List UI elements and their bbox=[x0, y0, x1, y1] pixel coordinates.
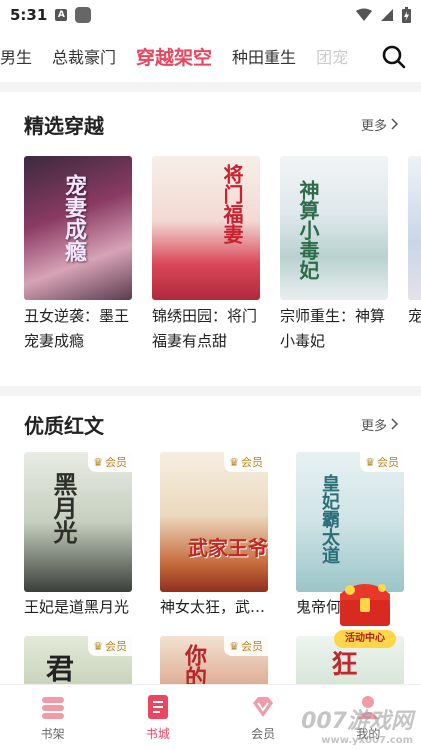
divider bbox=[0, 386, 421, 396]
watermark-sub: www.yx007.com bbox=[321, 735, 413, 746]
book-cover: ♛ 会员 黑月光 bbox=[24, 452, 132, 592]
nav-bookshelf[interactable]: 书架 bbox=[0, 685, 105, 750]
activity-center-button[interactable]: 活动中心 bbox=[330, 572, 400, 648]
section-header: 优质红文 更多 bbox=[24, 396, 421, 452]
section-title: 精选穿越 bbox=[24, 113, 104, 138]
vip-label: 会员 bbox=[105, 456, 127, 469]
book-card[interactable]: 将门福妻 锦绣田园：将门福妻有点甜 bbox=[152, 156, 260, 386]
status-time: 5:31 bbox=[10, 6, 48, 24]
book-cover: 将门福妻 bbox=[152, 156, 260, 300]
book-cover: ♛ 会员 武家王爷 bbox=[160, 452, 268, 592]
cover-title: 宠妻成瘾 bbox=[61, 174, 87, 262]
vip-badge: ♛ 会员 bbox=[224, 452, 268, 472]
tab-farming-rebirth[interactable]: 种田重生 bbox=[222, 44, 306, 68]
cover-title: 神算小毒妃 bbox=[296, 180, 320, 280]
book-card[interactable]: ♛会员 武家王爷 神女太狂，武家王爷 bbox=[160, 452, 268, 622]
book-card[interactable]: 宠妻成瘾 丑女逆袭：墨王宠妻成瘾 bbox=[24, 156, 132, 386]
nav-membership[interactable]: 会员 bbox=[211, 685, 316, 750]
wifi-icon bbox=[356, 8, 372, 21]
book-title: 宠子 bbox=[408, 307, 421, 325]
vip-badge: ♛ 会员 bbox=[88, 636, 132, 656]
cover-title: 君 bbox=[42, 654, 75, 682]
vip-label: 会员 bbox=[241, 640, 263, 653]
vip-badge: ♛ 会员 bbox=[88, 452, 132, 472]
book-cover: ♛ 会员 皇妃霸太道 bbox=[296, 452, 404, 592]
book-cover: 神算小毒妃 bbox=[280, 156, 388, 300]
book-title: 锦绣田园：将门福妻有点甜 bbox=[152, 307, 258, 350]
cover-title: 狂 bbox=[327, 650, 357, 676]
crown-icon: ♛ bbox=[365, 455, 375, 469]
crown-icon: ♛ bbox=[229, 639, 239, 653]
chevron-right-icon bbox=[391, 118, 399, 130]
book-title: 宗师重生：神算小毒妃 bbox=[280, 307, 386, 350]
book-card[interactable]: 宠子 bbox=[408, 156, 421, 386]
more-label: 更多 bbox=[360, 418, 387, 434]
nav-label: 会员 bbox=[251, 727, 276, 741]
book-row: 宠妻成瘾 丑女逆袭：墨王宠妻成瘾 将门福妻 锦绣田园：将门福妻有点甜 神算小毒妃… bbox=[24, 156, 421, 386]
bookshelf-icon bbox=[41, 697, 64, 719]
book-title: 王妃是道黑月光 bbox=[24, 598, 130, 616]
nav-label: 书城 bbox=[145, 727, 170, 741]
treasure-chest-icon bbox=[340, 584, 390, 626]
section-title: 优质红文 bbox=[24, 413, 104, 438]
tab-pampered[interactable]: 团宠 bbox=[306, 44, 358, 68]
cover-title: 武家王爷 bbox=[188, 536, 268, 560]
nav-label: 书架 bbox=[40, 727, 65, 741]
nav-bookstore[interactable]: 书城 bbox=[105, 685, 210, 750]
section-header: 精选穿越 更多 bbox=[24, 92, 421, 156]
vip-label: 会员 bbox=[105, 640, 127, 653]
signal-icon bbox=[381, 9, 393, 21]
tab-time-travel[interactable]: 穿越架空 bbox=[126, 43, 222, 70]
diamond-icon bbox=[253, 697, 274, 717]
activity-center-label: 活动中心 bbox=[334, 630, 396, 648]
search-icon[interactable] bbox=[381, 44, 407, 70]
vip-badge: ♛ 会员 bbox=[360, 452, 404, 472]
watermark: 007游戏网 www.yx007.com bbox=[301, 703, 413, 746]
category-tabs: 男生 总裁豪门 穿越架空 种田重生 团宠 bbox=[0, 30, 421, 82]
status-bar: 5:31 A bbox=[0, 0, 421, 30]
tab-ceo-romance[interactable]: 总裁豪门 bbox=[42, 44, 126, 68]
vip-badge: ♛ 会员 bbox=[224, 636, 268, 656]
watermark-main: 007游戏网 bbox=[301, 709, 413, 734]
section-quality-red-novels: 优质红文 更多 ♛ 会员 黑月光 王妃是道黑月光 ♛ 会员 武家王爷 神女太狂，武家… bbox=[0, 396, 421, 716]
cover-title: 你的 bbox=[181, 644, 207, 688]
cover-title: 将门福妻 bbox=[220, 164, 244, 244]
divider bbox=[0, 82, 421, 92]
vip-label: 会员 bbox=[241, 456, 263, 469]
tab-male[interactable]: 男生 bbox=[0, 44, 42, 68]
more-link[interactable]: 更多 bbox=[361, 415, 399, 434]
book-title: 神女太狂，武家王爷 bbox=[160, 598, 268, 616]
crown-icon: ♛ bbox=[93, 639, 103, 653]
crown-icon: ♛ bbox=[93, 455, 103, 469]
bookstore-icon bbox=[147, 695, 168, 719]
book-cover bbox=[408, 156, 421, 300]
a-notification-icon: A bbox=[55, 9, 68, 21]
chevron-right-icon bbox=[391, 418, 399, 430]
book-card[interactable]: ♛ 会员 黑月光 王妃是道黑月光 bbox=[24, 452, 132, 622]
more-label: 更多 bbox=[360, 118, 387, 134]
battery-icon bbox=[402, 7, 411, 23]
tabs-scroll: 男生 总裁豪门 穿越架空 种田重生 团宠 bbox=[0, 43, 370, 70]
section-selected-time-travel: 精选穿越 更多 宠妻成瘾 丑女逆袭：墨王宠妻成瘾 将门福妻 锦绣田园：将门福妻有… bbox=[0, 92, 421, 386]
book-cover: 宠妻成瘾 bbox=[24, 156, 132, 300]
book-title: 丑女逆袭：墨王宠妻成瘾 bbox=[24, 307, 130, 350]
more-link[interactable]: 更多 bbox=[361, 115, 399, 134]
vip-label: 会员 bbox=[377, 456, 399, 469]
cover-title: 黑月光 bbox=[49, 472, 78, 544]
crown-icon: ♛ bbox=[229, 455, 239, 469]
cover-title: 皇妃霸太道 bbox=[319, 474, 340, 564]
app-notification-icon bbox=[75, 7, 92, 23]
book-card[interactable]: 神算小毒妃 宗师重生：神算小毒妃 bbox=[280, 156, 388, 386]
